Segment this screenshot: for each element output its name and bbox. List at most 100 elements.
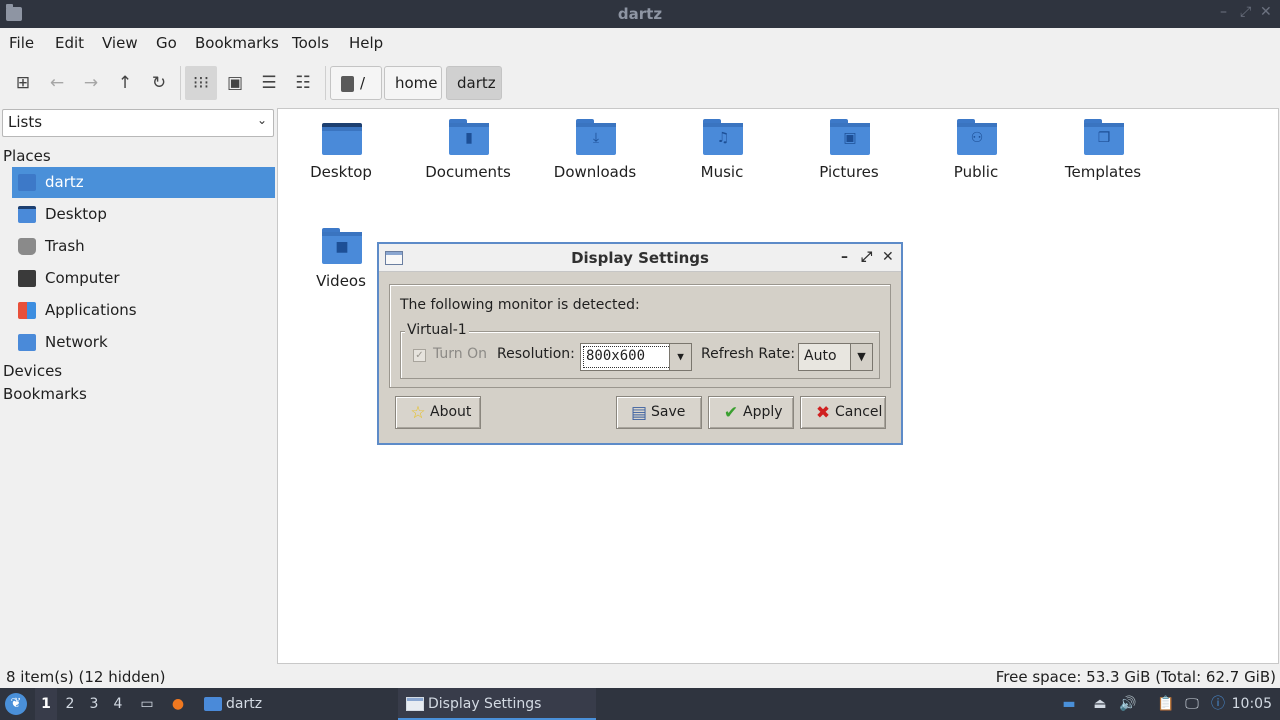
cancel-x-icon: ✖ — [815, 403, 831, 423]
file-item[interactable]: ❐ Templates — [1043, 109, 1163, 189]
start-menu-icon[interactable]: ❦ — [5, 693, 27, 715]
reload-icon[interactable]: ↻ — [146, 70, 172, 96]
downloads-folder-icon: ⤓ — [576, 119, 616, 155]
update-notifier-icon[interactable]: ⓘ — [1208, 694, 1228, 714]
menu-go[interactable]: Go — [156, 34, 177, 52]
floppy-disk-icon: ▤ — [630, 403, 648, 423]
window-titlebar[interactable]: dartz – ⤢ ✕ — [0, 0, 1280, 28]
taskbar-window-dartz[interactable]: dartz — [204, 688, 274, 720]
monitor-name: Virtual-1 — [405, 322, 469, 338]
sidebar-item-applications[interactable]: Applications — [12, 295, 275, 326]
devices-header[interactable]: Devices — [3, 362, 62, 380]
dropdown-arrow-icon: ▼ — [669, 344, 691, 370]
file-item[interactable]: ▣ Pictures — [789, 109, 909, 189]
file-item[interactable]: ⚇ Public — [916, 109, 1036, 189]
breadcrumb-dartz[interactable]: dartz — [446, 66, 502, 100]
desktop-folder-icon — [322, 119, 362, 155]
close-icon[interactable]: ✕ — [1260, 4, 1272, 20]
sidebar-item-network[interactable]: Network — [12, 327, 275, 358]
resolution-label: Resolution: — [497, 346, 575, 362]
menu-edit[interactable]: Edit — [55, 34, 84, 52]
compact-view-icon[interactable]: ☰ — [256, 70, 282, 96]
display-settings-dialog: Display Settings – ⤢ ✕ The following mon… — [377, 242, 903, 445]
window-icon — [406, 697, 424, 711]
close-icon[interactable]: ✕ — [882, 249, 894, 265]
workspace-preview-icon[interactable]: ▬ — [1059, 694, 1079, 714]
menu-bar: File Edit View Go Bookmarks Tools Help — [0, 28, 1280, 58]
computer-icon — [18, 270, 36, 287]
taskbar-window-display-settings[interactable]: Display Settings — [398, 688, 596, 720]
menu-file[interactable]: File — [9, 34, 34, 52]
applications-icon — [18, 302, 36, 319]
workspace-3[interactable]: 3 — [83, 688, 105, 720]
public-folder-icon: ⚇ — [957, 119, 997, 155]
documents-folder-icon: ▮ — [449, 119, 489, 155]
detected-message: The following monitor is detected: — [400, 297, 640, 313]
file-item[interactable]: ⤓ Downloads — [535, 109, 655, 189]
up-icon[interactable]: ↑ — [112, 70, 138, 96]
about-button[interactable]: ☆ About — [395, 396, 481, 429]
chevron-down-icon: ⌄ — [256, 113, 267, 127]
toolbar: ⊞ ← → ↑ ↻ ⁝⁝⁝ ▣ ☰ ☷ / home dartz — [0, 58, 1280, 106]
back-icon[interactable]: ← — [44, 70, 70, 96]
trash-icon — [18, 238, 36, 255]
sidebar-item-dartz[interactable]: dartz — [12, 167, 275, 198]
monitor-frame: The following monitor is detected: Virtu… — [389, 284, 891, 388]
icon-view-icon[interactable]: ⁝⁝⁝ — [185, 66, 217, 100]
minimize-icon[interactable]: – — [1220, 4, 1227, 20]
apply-button[interactable]: ✔ Apply — [708, 396, 794, 429]
save-button[interactable]: ▤ Save — [616, 396, 702, 429]
detailed-view-icon[interactable]: ☷ — [290, 70, 316, 96]
places-header: Places — [3, 147, 51, 165]
window-title: dartz — [617, 5, 663, 23]
clock[interactable]: 10:05 — [1232, 688, 1272, 720]
desktop-icon — [18, 206, 36, 223]
menu-view[interactable]: View — [102, 34, 138, 52]
dialog-titlebar[interactable]: Display Settings – ⤢ ✕ — [379, 244, 901, 272]
dropdown-arrow-icon: ▼ — [850, 344, 872, 370]
checkmark-icon: ✔ — [723, 403, 739, 423]
workspace-2[interactable]: 2 — [59, 688, 81, 720]
music-folder-icon: ♫ — [703, 119, 743, 155]
file-item[interactable]: ▮ Documents — [408, 109, 528, 189]
menu-bookmarks[interactable]: Bookmarks — [195, 34, 279, 52]
forward-icon[interactable]: → — [78, 70, 104, 96]
side-pane-mode-select[interactable]: Lists ⌄ — [2, 109, 274, 137]
free-space: Free space: 53.3 GiB (Total: 62.7 GiB) — [995, 668, 1276, 686]
workspace-1[interactable]: 1 — [35, 688, 57, 720]
status-bar: 8 item(s) (12 hidden) Free space: 53.3 G… — [0, 664, 1280, 688]
file-manager-launcher-icon[interactable]: ▭ — [137, 694, 157, 714]
resolution-select[interactable]: 800x600 ▼ — [580, 343, 692, 371]
cancel-button[interactable]: ✖ Cancel — [800, 396, 886, 429]
menu-help[interactable]: Help — [349, 34, 383, 52]
volume-icon[interactable]: 🔊 — [1118, 694, 1138, 714]
new-tab-icon[interactable]: ⊞ — [10, 70, 36, 96]
sidebar-item-desktop[interactable]: Desktop — [12, 199, 275, 230]
file-item[interactable]: Desktop — [281, 109, 401, 189]
star-icon: ☆ — [410, 403, 426, 423]
pictures-folder-icon: ▣ — [830, 119, 870, 155]
videos-folder-icon: ■ — [322, 228, 362, 264]
network-icon — [18, 334, 36, 351]
refresh-rate-select[interactable]: Auto ▼ — [798, 343, 873, 371]
menu-tools[interactable]: Tools — [292, 34, 329, 52]
bookmarks-header[interactable]: Bookmarks — [3, 385, 87, 403]
sidebar-item-trash[interactable]: Trash — [12, 231, 275, 262]
refresh-rate-label: Refresh Rate: — [701, 346, 796, 362]
file-item[interactable]: ♫ Music — [662, 109, 782, 189]
network-status-icon[interactable]: 🖵 — [1182, 694, 1202, 714]
turn-on-checkbox[interactable]: ✓ — [413, 349, 426, 362]
drive-icon — [341, 75, 354, 92]
firefox-icon[interactable]: ● — [168, 694, 188, 714]
workspace-4[interactable]: 4 — [107, 688, 129, 720]
maximize-icon[interactable]: ⤢ — [1240, 4, 1251, 20]
item-count: 8 item(s) (12 hidden) — [6, 668, 166, 686]
eject-icon[interactable]: ⏏ — [1090, 694, 1110, 714]
breadcrumb-home[interactable]: home — [384, 66, 442, 100]
thumbnail-view-icon[interactable]: ▣ — [222, 70, 248, 96]
maximize-icon[interactable]: ⤢ — [861, 249, 872, 265]
clipboard-icon[interactable]: 📋 — [1156, 694, 1176, 714]
minimize-icon[interactable]: – — [841, 249, 848, 265]
breadcrumb-root[interactable]: / — [330, 66, 382, 100]
sidebar-item-computer[interactable]: Computer — [12, 263, 275, 294]
